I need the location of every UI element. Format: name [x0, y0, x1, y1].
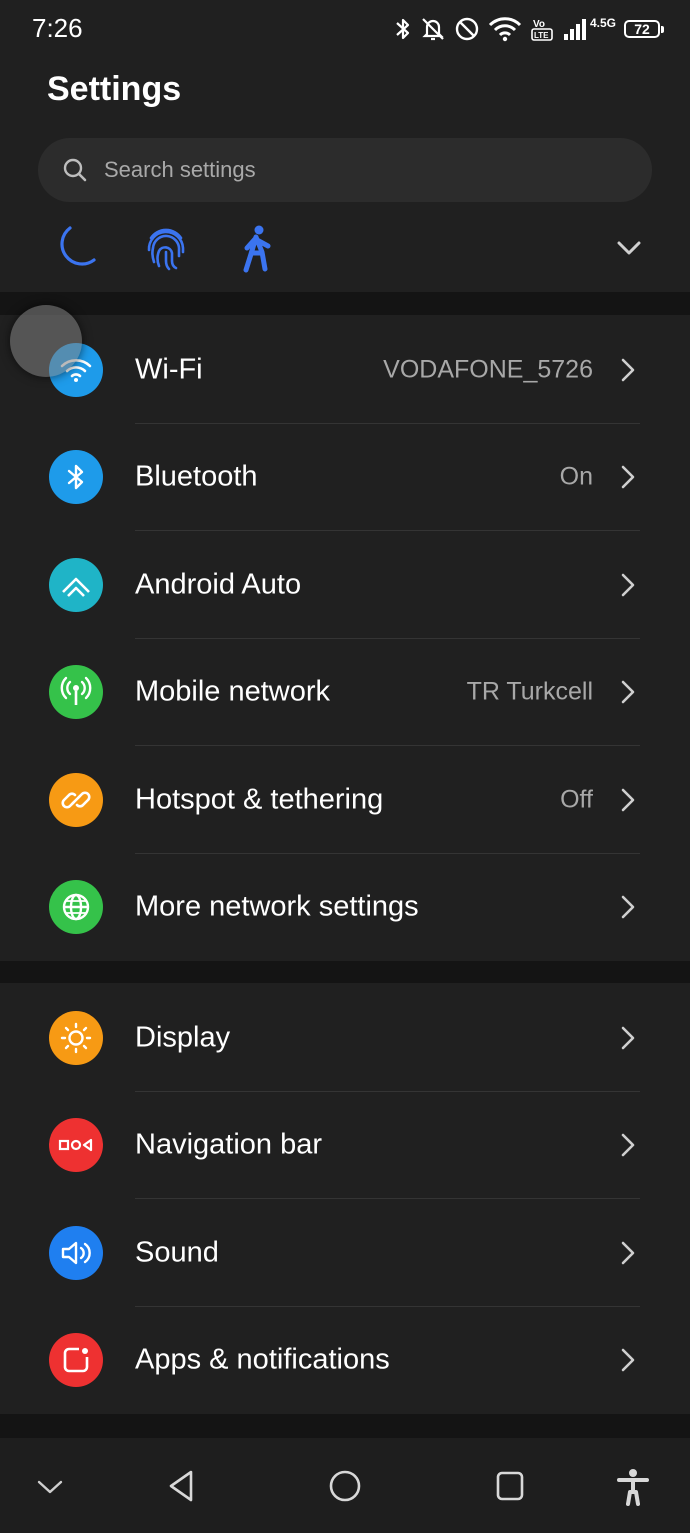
sun-icon [49, 1010, 103, 1065]
settings-item-label: Wi-Fi [135, 353, 203, 386]
chevron-right-icon [621, 358, 635, 382]
moon-icon[interactable] [52, 224, 98, 272]
chevron-down-icon[interactable] [615, 238, 643, 258]
nav-bar-icon [49, 1118, 103, 1173]
section-divider [0, 1414, 690, 1438]
chevron-right-icon [621, 1026, 635, 1050]
volte-icon: VoLTE [531, 19, 553, 41]
settings-item-label: Hotspot & tethering [135, 783, 384, 816]
settings-item-wifi[interactable]: Wi-Fi VODAFONE_5726 [0, 316, 690, 424]
chevron-right-icon [621, 1348, 635, 1372]
settings-item-mobile-network[interactable]: Mobile network TR Turkcell [0, 639, 690, 746]
chevron-right-icon [621, 1133, 635, 1157]
walking-person-icon[interactable] [240, 224, 274, 274]
bluetooth-icon [49, 450, 103, 505]
svg-text:LTE: LTE [534, 31, 549, 40]
settings-item-label: Sound [135, 1236, 219, 1269]
quick-shortcuts [0, 222, 690, 282]
settings-item-display[interactable]: Display [0, 984, 690, 1092]
antenna-icon [49, 665, 103, 720]
bluetooth-status-icon [396, 18, 410, 40]
accessibility-icon[interactable] [616, 1468, 650, 1506]
settings-item-label: Bluetooth [135, 460, 258, 493]
settings-item-sound[interactable]: Sound [0, 1199, 690, 1307]
settings-item-apps-notifications[interactable]: Apps & notifications [0, 1307, 690, 1415]
chevron-right-icon [621, 573, 635, 597]
settings-item-label: Android Auto [135, 568, 302, 601]
system-navigation-bar [0, 1438, 690, 1533]
home-icon[interactable] [328, 1468, 362, 1504]
settings-item-android-auto[interactable]: Android Auto [0, 531, 690, 639]
settings-item-label: Apps & notifications [135, 1343, 390, 1376]
settings-item-value: On [559, 462, 593, 491]
app-notification-icon [49, 1333, 103, 1388]
android-auto-icon [49, 557, 103, 612]
page-title: Settings [47, 70, 182, 108]
search-input[interactable] [102, 156, 606, 184]
chevron-right-icon [621, 680, 635, 704]
link-icon [49, 772, 103, 827]
recents-icon[interactable] [494, 1468, 526, 1504]
settings-item-hotspot[interactable]: Hotspot & tethering Off [0, 746, 690, 854]
settings-item-label: Navigation bar [135, 1128, 322, 1161]
hide-nav-chevron-icon[interactable] [36, 1478, 64, 1496]
search-icon [63, 158, 87, 182]
chevron-right-icon [621, 895, 635, 919]
chevron-right-icon [621, 1241, 635, 1265]
status-icons: Vo LTE 4.5G 72 [394, 12, 664, 46]
wifi-status-icon [488, 17, 522, 42]
bell-muted-icon [422, 18, 444, 41]
settings-item-value: Off [560, 785, 593, 814]
section-divider [0, 292, 690, 315]
settings-item-label: More network settings [135, 890, 419, 923]
section-divider [0, 961, 690, 983]
settings-item-value: VODAFONE_5726 [383, 355, 593, 384]
settings-item-label: Display [135, 1021, 231, 1054]
fingerprint-icon[interactable] [145, 224, 187, 272]
status-time: 7:26 [32, 13, 83, 43]
network-type: 4.5G [589, 16, 616, 30]
battery-icon: 72 [624, 20, 664, 38]
battery-level: 72 [634, 21, 650, 37]
chevron-right-icon [621, 788, 635, 812]
chevron-right-icon [621, 465, 635, 489]
signal-icon [563, 19, 586, 40]
status-bar: 7:26 Vo LTE 4.5G 72 [0, 0, 690, 56]
network-section: Wi-Fi VODAFONE_5726 Bluetooth On Android… [0, 316, 690, 961]
do-not-disturb-icon [455, 17, 479, 41]
settings-item-more-network[interactable]: More network settings [0, 854, 690, 962]
search-bar[interactable] [38, 138, 652, 202]
back-icon[interactable] [165, 1468, 197, 1504]
settings-item-label: Mobile network [135, 675, 331, 708]
settings-item-value: TR Turkcell [466, 677, 593, 706]
settings-item-bluetooth[interactable]: Bluetooth On [0, 424, 690, 531]
touch-indicator [10, 305, 82, 377]
speaker-icon [49, 1225, 103, 1280]
device-section: Display Navigation bar Sound Apps & noti… [0, 984, 690, 1414]
globe-icon [49, 880, 103, 935]
settings-item-navigation-bar[interactable]: Navigation bar [0, 1092, 690, 1199]
